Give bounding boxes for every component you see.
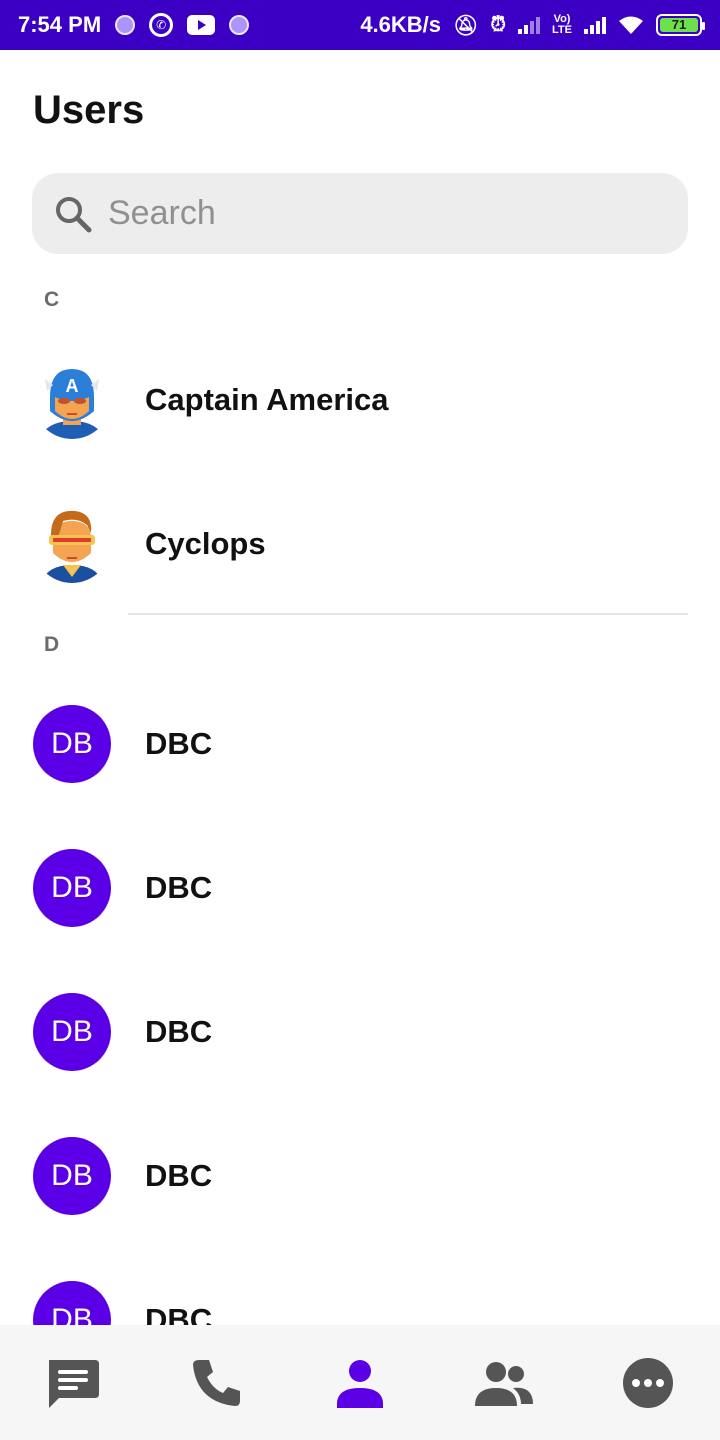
more-icon (623, 1357, 673, 1408)
user-name: DBC (145, 1158, 213, 1193)
signal-icon (518, 16, 541, 34)
alarm-icon: ⏰︎ (490, 13, 507, 36)
network-speed: 4.6KB/s (360, 12, 442, 37)
section-divider (128, 613, 688, 615)
nav-chats[interactable] (32, 1343, 112, 1423)
user-name: Captain America (145, 382, 389, 417)
whatsapp-icon: ✆ (149, 13, 174, 37)
list-item[interactable]: Cyclops (0, 489, 720, 599)
chat-bubble-icon (49, 1359, 99, 1408)
list-item[interactable]: DB DBC (0, 977, 720, 1087)
purple-dot-icon (229, 15, 250, 35)
battery-icon: 71 (656, 14, 705, 36)
phone-icon (193, 1359, 240, 1406)
page-title: Users (33, 88, 145, 132)
person-icon (337, 1359, 383, 1408)
status-time: 7:54 PM (18, 12, 102, 37)
user-name: DBC (145, 726, 213, 761)
purple-dot-icon (115, 15, 136, 35)
search-icon (56, 196, 92, 232)
user-name: Cyclops (145, 526, 266, 561)
list-item[interactable]: A Captain America (0, 345, 720, 455)
signal-icon (584, 16, 606, 34)
list-item[interactable]: DB DBC (0, 833, 720, 943)
search-bar[interactable] (32, 173, 688, 254)
group-icon (475, 1361, 533, 1406)
avatar: DB (33, 849, 111, 927)
captain-america-avatar: A (33, 361, 111, 439)
nav-calls[interactable] (176, 1343, 256, 1423)
youtube-icon (187, 15, 216, 35)
list-item[interactable]: DB DBC (0, 689, 720, 799)
user-name: DBC (145, 870, 213, 905)
svg-text:A: A (66, 376, 79, 396)
muted-bell-icon: 🔕︎ (453, 14, 479, 37)
list-item[interactable]: DB DBC (0, 1121, 720, 1231)
cyclops-avatar (33, 505, 111, 583)
lte-label: LTE (552, 24, 572, 36)
section-header-c: C (44, 288, 60, 311)
status-bar: 7:54 PM ✆ 4.6KB/s 🔕︎ ⏰︎ Vo) LTE 71 (0, 0, 720, 50)
nav-groups[interactable] (464, 1343, 544, 1423)
user-name: DBC (145, 1014, 213, 1049)
nav-users[interactable] (320, 1343, 400, 1423)
avatar: DB (33, 993, 111, 1071)
wifi-icon (618, 15, 644, 35)
avatar: DB (33, 1137, 111, 1215)
section-header-d: D (44, 633, 60, 656)
search-input[interactable] (108, 194, 648, 233)
avatar: DB (33, 705, 111, 783)
nav-more[interactable] (608, 1343, 688, 1423)
volte-icon: Vo) LTE (552, 14, 572, 36)
battery-level: 71 (660, 18, 698, 32)
bottom-navigation (0, 1325, 720, 1440)
